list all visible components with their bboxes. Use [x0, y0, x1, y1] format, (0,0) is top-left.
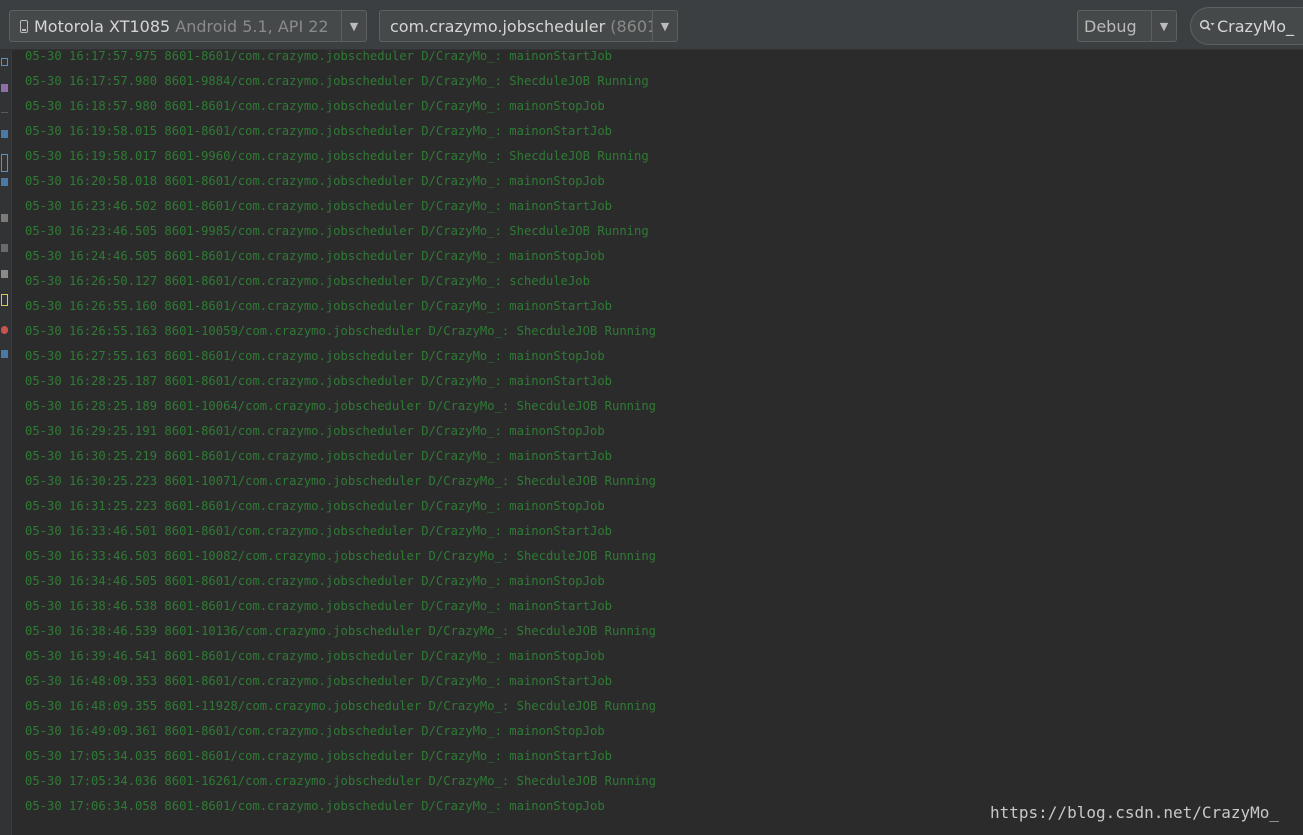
search-input[interactable]: CrazyMo_ [1190, 7, 1303, 45]
log-line: 05-30 16:29:25.191 8601-8601/com.crazymo… [25, 424, 605, 438]
log-line: 05-30 16:34:46.505 8601-8601/com.crazymo… [25, 574, 605, 588]
log-line: 05-30 16:17:57.980 8601-9884/com.crazymo… [25, 74, 649, 88]
chevron-down-icon[interactable]: ▼ [1151, 11, 1176, 41]
log-line: 05-30 16:38:46.539 8601-10136/com.crazym… [25, 624, 657, 638]
scroll-to-end-icon[interactable] [1, 58, 8, 66]
chevron-down-icon[interactable]: ▼ [652, 11, 677, 41]
log-line: 05-30 16:33:46.501 8601-8601/com.crazymo… [25, 524, 612, 538]
log-line: 05-30 17:05:34.035 8601-8601/com.crazymo… [25, 749, 612, 763]
log-line: 05-30 16:30:25.223 8601-10071/com.crazym… [25, 474, 657, 488]
log-line: 05-30 16:39:46.541 8601-8601/com.crazymo… [25, 649, 605, 663]
filter-icon[interactable] [1, 154, 8, 172]
log-line: 05-30 16:17:57.975 8601-8601/com.crazymo… [25, 50, 612, 63]
search-icon [1199, 19, 1215, 33]
log-line: 05-30 17:05:34.036 8601-16261/com.crazym… [25, 774, 657, 788]
stop-icon[interactable] [1, 326, 8, 334]
log-level-value: Debug [1084, 16, 1137, 36]
log-line: 05-30 16:23:46.502 8601-8601/com.crazymo… [25, 199, 612, 213]
process-pid: (8601) [610, 16, 652, 36]
device-name: Motorola XT1085 [34, 16, 171, 36]
screen-record-icon[interactable] [1, 294, 8, 306]
log-line: 05-30 16:38:46.538 8601-8601/com.crazymo… [25, 599, 612, 613]
log-line: 05-30 16:48:09.355 8601-11928/com.crazym… [25, 699, 657, 713]
down-stack-icon[interactable] [1, 178, 8, 186]
log-level-selector[interactable]: Debug ▼ [1077, 10, 1177, 42]
settings-icon[interactable] [1, 350, 8, 358]
restart-icon[interactable] [1, 244, 8, 252]
log-line: 05-30 16:20:58.018 8601-8601/com.crazymo… [25, 174, 605, 188]
log-line: 05-30 16:19:58.015 8601-8601/com.crazymo… [25, 124, 612, 138]
up-stack-icon[interactable] [1, 130, 8, 138]
device-selector[interactable]: Motorola XT1085 Android 5.1, API 22 ▼ [9, 10, 367, 42]
log-line: 05-30 16:19:58.017 8601-9960/com.crazymo… [25, 149, 649, 163]
log-line: 05-30 16:27:55.163 8601-8601/com.crazymo… [25, 349, 605, 363]
process-selector[interactable]: com.crazymo.jobscheduler (8601) ▼ [379, 10, 678, 42]
screenshot-icon[interactable] [1, 270, 8, 278]
log-line: 05-30 16:26:55.160 8601-8601/com.crazymo… [25, 299, 612, 313]
process-selector-label: com.crazymo.jobscheduler (8601) [380, 17, 652, 36]
device-selector-label: Motorola XT1085 Android 5.1, API 22 [10, 17, 341, 36]
logcat-toolbar: Motorola XT1085 Android 5.1, API 22 ▼ co… [0, 0, 1303, 50]
log-line: 05-30 16:26:55.163 8601-10059/com.crazym… [25, 324, 657, 338]
log-line: 05-30 16:26:50.127 8601-8601/com.crazymo… [25, 274, 590, 288]
log-line: 05-30 16:48:09.353 8601-8601/com.crazymo… [25, 674, 612, 688]
watermark: https://blog.csdn.net/CrazyMo_ [990, 803, 1279, 822]
log-line: 05-30 16:49:09.361 8601-8601/com.crazymo… [25, 724, 605, 738]
search-value: CrazyMo_ [1217, 16, 1295, 36]
log-line: 05-30 16:18:57.980 8601-8601/com.crazymo… [25, 99, 605, 113]
log-line: 05-30 16:28:25.187 8601-8601/com.crazymo… [25, 374, 612, 388]
logcat-output[interactable]: 05-30 16:17:57.975 8601-8601/com.crazymo… [25, 50, 1295, 835]
log-line: 05-30 16:30:25.219 8601-8601/com.crazymo… [25, 449, 612, 463]
side-toolbar [0, 50, 12, 835]
print-icon[interactable] [1, 214, 8, 222]
phone-icon [20, 19, 28, 33]
log-line: 05-30 16:31:25.223 8601-8601/com.crazymo… [25, 499, 605, 513]
log-line: 05-30 16:24:46.505 8601-8601/com.crazymo… [25, 249, 605, 263]
log-line: 05-30 16:33:46.503 8601-10082/com.crazym… [25, 549, 657, 563]
log-line: 05-30 16:23:46.505 8601-9985/com.crazymo… [25, 224, 649, 238]
chevron-down-icon[interactable]: ▼ [341, 11, 366, 41]
log-line: 05-30 16:28:25.189 8601-10064/com.crazym… [25, 399, 657, 413]
device-detail: Android 5.1, API 22 [175, 16, 329, 36]
process-name: com.crazymo.jobscheduler [390, 16, 606, 36]
separator [1, 112, 8, 113]
soft-wrap-icon[interactable] [1, 84, 8, 92]
